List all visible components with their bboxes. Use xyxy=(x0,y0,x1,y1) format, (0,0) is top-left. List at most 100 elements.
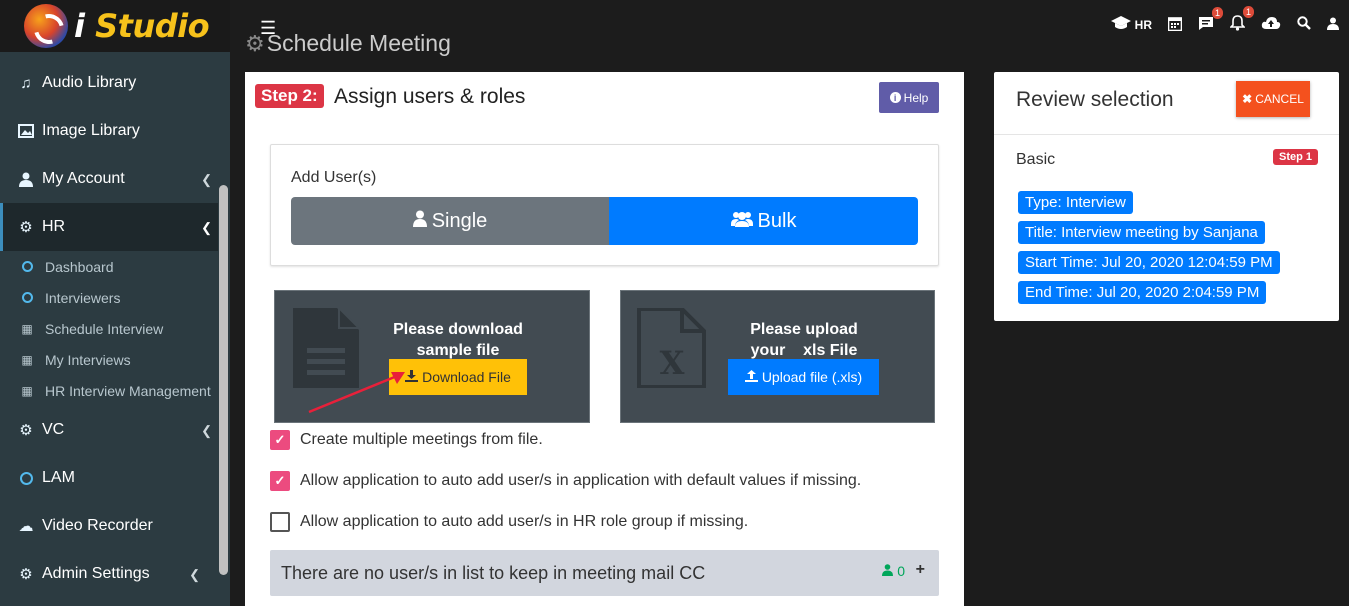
single-button[interactable]: Single xyxy=(291,197,609,245)
circle-icon xyxy=(17,470,35,486)
annotation-arrow xyxy=(308,372,405,414)
sidebar-item-video-recorder[interactable]: ☁ Video Recorder xyxy=(0,502,218,550)
bulk-button-label: Bulk xyxy=(757,209,797,232)
page-title: ⚙ Schedule Meeting xyxy=(245,30,451,57)
sidebar-item-label: LAM xyxy=(42,469,75,486)
single-button-label: Single xyxy=(431,209,488,232)
user-icon xyxy=(882,564,894,576)
messages-button[interactable]: 1 xyxy=(1198,6,1223,35)
sidebar-item-vc[interactable]: ⚙ VC ❮ xyxy=(0,406,218,454)
sidebar-subitem-label: My Interviews xyxy=(45,351,131,368)
add-users-box: Add User(s) Single Bulk xyxy=(270,144,939,266)
option-create-multiple-meetings[interactable]: ✓ Create multiple meetings from file. xyxy=(270,430,543,450)
sidebar-item-label: Video Recorder xyxy=(42,517,153,534)
upload-tile-line: Please upload xyxy=(750,321,858,338)
sidebar-subitem-interviewers[interactable]: Interviewers xyxy=(0,282,218,313)
calendar-icon xyxy=(1167,16,1183,35)
user-icon xyxy=(17,171,35,187)
option-label: Create multiple meetings from file. xyxy=(300,431,543,448)
upload-file-label: Upload file (.xls) xyxy=(761,369,863,385)
upload-tile-text: Please upload your xls File xyxy=(729,319,879,361)
add-cc-user-icon[interactable]: + xyxy=(916,561,925,579)
mail-cc-count-value: 0 xyxy=(897,563,905,579)
review-pill-type: Type: Interview xyxy=(1018,191,1133,214)
upload-file-tile: X Please upload your xls File Upload fil… xyxy=(620,290,935,423)
chevron-left-icon: ❮ xyxy=(201,423,212,438)
sidebar-item-label: Image Library xyxy=(42,122,140,139)
search-button[interactable] xyxy=(1297,16,1311,34)
mail-cc-bar: There are no user/s in list to keep in m… xyxy=(270,550,939,596)
sidebar-subitem-label: HR Interview Management xyxy=(45,382,211,399)
review-selection-panel: Review selection ✖ CANCEL Basic Step 1 T… xyxy=(994,72,1339,321)
sidebar-item-label: My Account xyxy=(42,170,125,187)
calendar-icon: ▦ xyxy=(21,321,33,336)
step-badge: Step 2: xyxy=(255,84,324,108)
bulk-button[interactable]: Bulk xyxy=(609,197,918,245)
cogs-icon: ⚙ xyxy=(19,219,33,236)
option-auto-add-users-defaults[interactable]: ✓ Allow application to auto add user/s i… xyxy=(270,471,861,491)
sidebar-item-hr[interactable]: ⚙ HR ❮ xyxy=(0,203,218,251)
cogs-icon: ⚙ xyxy=(19,566,33,583)
search-icon xyxy=(1297,16,1311,34)
music-icon: ♫ xyxy=(20,74,32,92)
sidebar-subitem-schedule-interview[interactable]: ▦ Schedule Interview xyxy=(0,313,218,344)
sidebar-item-label: Audio Library xyxy=(42,74,137,91)
add-users-label: Add User(s) xyxy=(291,169,377,186)
notifications-button[interactable]: 1 xyxy=(1229,6,1254,35)
help-button[interactable]: i Help xyxy=(879,82,939,113)
file-excel-icon: X xyxy=(637,307,707,393)
sidebar-item-label: Admin Settings xyxy=(42,565,150,582)
checkbox-checked[interactable]: ✓ xyxy=(270,430,290,450)
cogs-icon: ⚙ xyxy=(19,422,33,439)
graduation-cap-icon xyxy=(1110,16,1131,34)
sidebar-item-label: VC xyxy=(42,421,65,438)
assign-users-card: Step 2: Assign users & roles i Help Add … xyxy=(245,72,964,606)
sidebar-item-image-library[interactable]: Image Library xyxy=(0,107,218,155)
calendar-button[interactable] xyxy=(1167,16,1183,35)
sidebar-nav: ♫ Audio Library Image Library My Account… xyxy=(0,52,230,606)
cloud-upload-icon xyxy=(1261,16,1281,34)
checkbox-checked[interactable]: ✓ xyxy=(270,471,290,491)
image-icon xyxy=(17,123,35,139)
circle-icon xyxy=(20,261,34,272)
download-tile-line: Please download xyxy=(393,321,523,338)
sidebar-item-lam[interactable]: LAM xyxy=(0,454,218,502)
sidebar: i Studio ♫ Audio Library Image Library M… xyxy=(0,0,230,606)
cancel-button-label: CANCEL xyxy=(1255,92,1304,106)
svg-text:X: X xyxy=(660,344,685,382)
sidebar-item-admin-settings[interactable]: ⚙ Admin Settings ❮ xyxy=(0,550,218,598)
messages-badge: 1 xyxy=(1211,6,1223,19)
user-menu-button[interactable] xyxy=(1327,17,1339,34)
sidebar-subitem-label: Schedule Interview xyxy=(45,320,164,337)
gear-icon: ⚙ xyxy=(245,30,265,56)
sidebar-subitem-dashboard[interactable]: Dashboard xyxy=(0,251,218,282)
cloud-upload-icon: ☁ xyxy=(18,518,34,535)
users-icon xyxy=(730,210,753,232)
basic-section-label: Basic xyxy=(1016,151,1056,168)
review-pill-title: Title: Interview meeting by Sanjana xyxy=(1018,221,1265,244)
brand-name: i Studio xyxy=(74,7,210,45)
chevron-left-icon: ❮ xyxy=(201,220,212,235)
option-auto-add-users-hr-group[interactable]: Allow application to auto add user/s in … xyxy=(270,512,748,532)
mail-cc-count: 0 xyxy=(882,563,905,579)
sidebar-subitem-label: Dashboard xyxy=(45,258,114,275)
review-pill-end-time: End Time: Jul 20, 2020 2:04:59 PM xyxy=(1018,281,1267,304)
role-switcher[interactable]: HR xyxy=(1110,16,1152,34)
sidebar-scrollbar[interactable] xyxy=(219,185,228,575)
info-icon: i xyxy=(889,92,901,103)
checkbox-unchecked[interactable] xyxy=(270,512,290,532)
upload-icon xyxy=(744,369,758,385)
sidebar-subitem-hr-interview-management[interactable]: ▦ HR Interview Management xyxy=(0,375,218,406)
help-button-label: Help xyxy=(903,90,929,105)
brand-logo-icon xyxy=(24,4,68,48)
sidebar-item-audio-library[interactable]: ♫ Audio Library xyxy=(0,59,218,107)
upload-file-button[interactable]: Upload file (.xls) xyxy=(728,359,879,395)
notifications-badge: 1 xyxy=(1242,6,1254,18)
sidebar-item-my-account[interactable]: My Account ❮ xyxy=(0,155,218,203)
step-1-badge: Step 1 xyxy=(1273,149,1319,165)
calendar-icon: ▦ xyxy=(21,352,33,367)
sidebar-subitem-my-interviews[interactable]: ▦ My Interviews xyxy=(0,344,218,375)
cancel-button[interactable]: ✖ CANCEL xyxy=(1236,81,1310,117)
brand-logo[interactable]: i Studio xyxy=(0,0,230,52)
upload-button[interactable] xyxy=(1261,16,1281,34)
